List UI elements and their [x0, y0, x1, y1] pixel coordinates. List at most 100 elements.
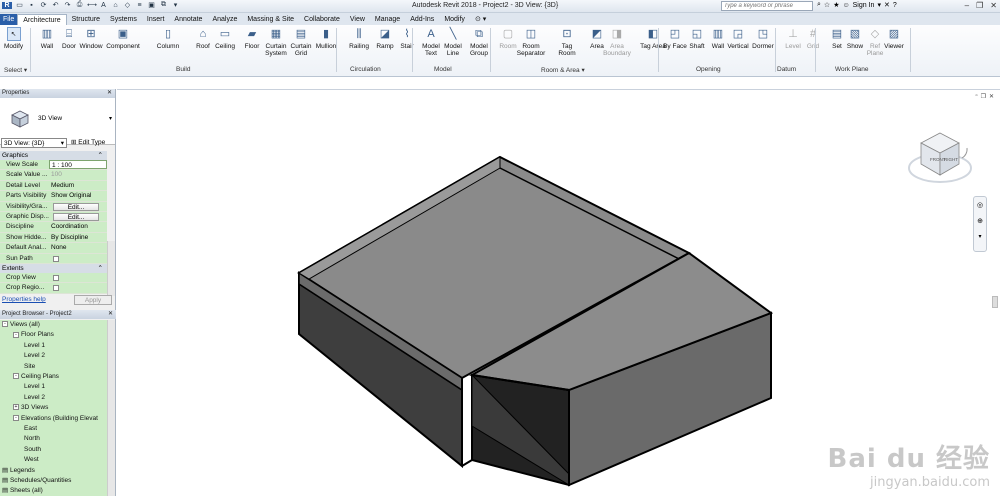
browser-item[interactable]: ▤ Legends	[2, 466, 35, 476]
viewport-scrollbar[interactable]	[992, 296, 998, 308]
steering-wheel-icon[interactable]: ◎	[974, 201, 986, 209]
chevron-down-icon[interactable]: ▾	[109, 115, 112, 122]
property-value[interactable]: By Discipline	[49, 232, 107, 243]
view-instance-dropdown[interactable]: 3D View: {3D} ▾	[1, 138, 67, 148]
help-icon[interactable]: ?	[893, 2, 897, 9]
browser-item[interactable]: - Views (all)	[2, 320, 40, 330]
browser-item[interactable]: East	[24, 424, 37, 434]
favorites-icon[interactable]: ★	[833, 1, 839, 9]
edit-type-button[interactable]: ⊞ Edit Type	[71, 138, 105, 148]
property-row[interactable]: Graphic Disp... Edit...	[0, 211, 107, 223]
3d-view-icon[interactable]: ⌂	[111, 2, 120, 9]
close-icon[interactable]: ✕	[107, 89, 112, 98]
property-value[interactable]	[49, 283, 107, 293]
collapse-icon[interactable]: -	[13, 414, 19, 421]
tab-analyze[interactable]: Analyze	[207, 14, 242, 25]
property-value[interactable]: None	[49, 243, 107, 253]
browser-item[interactable]: ▤ Schedules/Quantities	[2, 476, 71, 486]
browser-scrollbar[interactable]	[107, 320, 115, 496]
navbar-dropdown-icon[interactable]: ▾	[974, 233, 986, 240]
contextual-tab-toggle-icon[interactable]: ⊙ ▾	[470, 14, 491, 25]
build-component-button[interactable]: ▣ Component	[106, 27, 140, 50]
tab-annotate[interactable]: Annotate	[169, 14, 207, 25]
property-checkbox[interactable]	[53, 255, 59, 262]
section-icon[interactable]: ◇	[123, 1, 132, 9]
sign-in-button[interactable]: Sign In	[853, 2, 875, 9]
build-ceiling-button[interactable]: ▭ Ceiling	[212, 27, 238, 50]
tab-file[interactable]: File	[0, 14, 18, 25]
opening-vertical-button[interactable]: ◲ Vertical	[725, 27, 751, 50]
browser-item[interactable]: Site	[24, 362, 35, 372]
tab-systems[interactable]: Systems	[105, 14, 142, 25]
close-hidden-icon[interactable]: ▣	[147, 1, 156, 9]
browser-item[interactable]: South	[24, 445, 41, 455]
sync-icon[interactable]: ⟳	[39, 1, 48, 9]
tab-structure[interactable]: Structure	[67, 14, 105, 25]
browser-item[interactable]: Level 1	[24, 341, 45, 351]
browser-item[interactable]: - Ceiling Plans	[13, 372, 59, 382]
property-row[interactable]: Sun Path	[0, 253, 107, 264]
tab-massing-site[interactable]: Massing & Site	[242, 14, 299, 25]
modify-button[interactable]: ↖ Modify	[4, 27, 23, 50]
build-column-button[interactable]: ▯ Column	[155, 27, 181, 50]
3d-viewport[interactable]: ▫ ❐ ✕ FRONT RIGHT ◎ ⊕ ▾ Bai du 经验 jingya…	[117, 89, 1000, 496]
browser-item[interactable]: +3D Views	[13, 403, 48, 413]
undo-icon[interactable]: ↶	[51, 1, 60, 9]
model-model-group-button[interactable]: ⧉ Model Group	[466, 27, 492, 57]
browser-item[interactable]: Level 2	[24, 393, 45, 403]
work-plane-viewer-button[interactable]: ▨ Viewer	[881, 27, 907, 50]
subscription-icon[interactable]: ☆	[824, 1, 830, 9]
browser-item[interactable]: West	[24, 455, 39, 465]
print-icon[interactable]: ⎙	[75, 1, 84, 9]
switch-windows-icon[interactable]: ⧉	[159, 1, 168, 9]
section-extents[interactable]: Extents ⌃	[0, 263, 107, 273]
close-icon[interactable]: ✕	[990, 1, 997, 10]
property-row[interactable]: Discipline Coordination	[0, 222, 107, 233]
circulation-railing-button[interactable]: ⫼ Railing	[346, 27, 372, 50]
select-panel-label[interactable]: Select ▾	[4, 66, 27, 74]
property-value[interactable]	[49, 272, 107, 283]
tab-view[interactable]: View	[345, 14, 370, 25]
binoculars-icon[interactable]: ⌕	[817, 1, 821, 9]
expand-icon[interactable]: +	[13, 404, 19, 411]
build-floor-button[interactable]: ▰ Floor	[239, 27, 265, 50]
property-checkbox[interactable]	[53, 274, 59, 281]
user-icon[interactable]: ☺	[842, 2, 849, 9]
close-icon[interactable]: ✕	[108, 310, 113, 319]
circulation-stair-button[interactable]: ⌇ Stair	[394, 27, 420, 50]
room-area-area-boundary-button[interactable]: ◨ Area Boundary	[603, 27, 631, 57]
restore-icon[interactable]: ❐	[976, 1, 983, 10]
datum-grid-button[interactable]: # Grid	[800, 27, 826, 50]
browser-item[interactable]: - Elevations (Building Elevat	[13, 414, 98, 424]
revit-app-icon[interactable]: R	[2, 1, 12, 9]
tab-insert[interactable]: Insert	[142, 14, 170, 25]
chevron-down-icon[interactable]: ▾	[877, 1, 881, 9]
property-value[interactable]: Show Original	[49, 191, 107, 201]
save-icon[interactable]: ▪	[27, 2, 36, 9]
property-value[interactable]: 1 : 100	[49, 160, 107, 170]
property-row[interactable]: Parts Visibility Show Original	[0, 191, 107, 202]
tab-manage[interactable]: Manage	[370, 14, 405, 25]
model-canvas[interactable]: FRONT RIGHT	[117, 90, 1000, 496]
section-graphics[interactable]: Graphics ⌃	[0, 151, 107, 160]
browser-item[interactable]: Level 2	[24, 351, 45, 361]
minimize-icon[interactable]: –	[965, 1, 969, 10]
tab-add-ins[interactable]: Add-Ins	[405, 14, 439, 25]
redo-icon[interactable]: ↷	[63, 1, 72, 9]
collapse-icon[interactable]: ⌃	[98, 264, 103, 273]
properties-help-link[interactable]: Properties help	[2, 296, 46, 303]
build-curtain-grid-button[interactable]: ▤ Curtain Grid	[288, 27, 314, 57]
property-value[interactable]: Edit...	[49, 201, 107, 211]
property-row[interactable]: Detail Level Medium	[0, 180, 107, 192]
zoom-icon[interactable]: ⊕	[974, 217, 986, 225]
build-window-button[interactable]: ⊞ Window	[78, 27, 104, 50]
thin-lines-icon[interactable]: ≡	[135, 2, 144, 9]
model-model-line-button[interactable]: ╲ Model Line	[440, 27, 466, 57]
viewcube[interactable]: FRONT RIGHT	[908, 132, 972, 183]
collapse-icon[interactable]: -	[2, 321, 8, 328]
property-value[interactable]: Coordination	[49, 222, 107, 232]
property-row[interactable]: Default Anal... None	[0, 243, 107, 254]
property-row[interactable]: Crop View	[0, 272, 107, 284]
text-icon[interactable]: A	[99, 2, 108, 9]
tab-collaborate[interactable]: Collaborate	[299, 14, 345, 25]
